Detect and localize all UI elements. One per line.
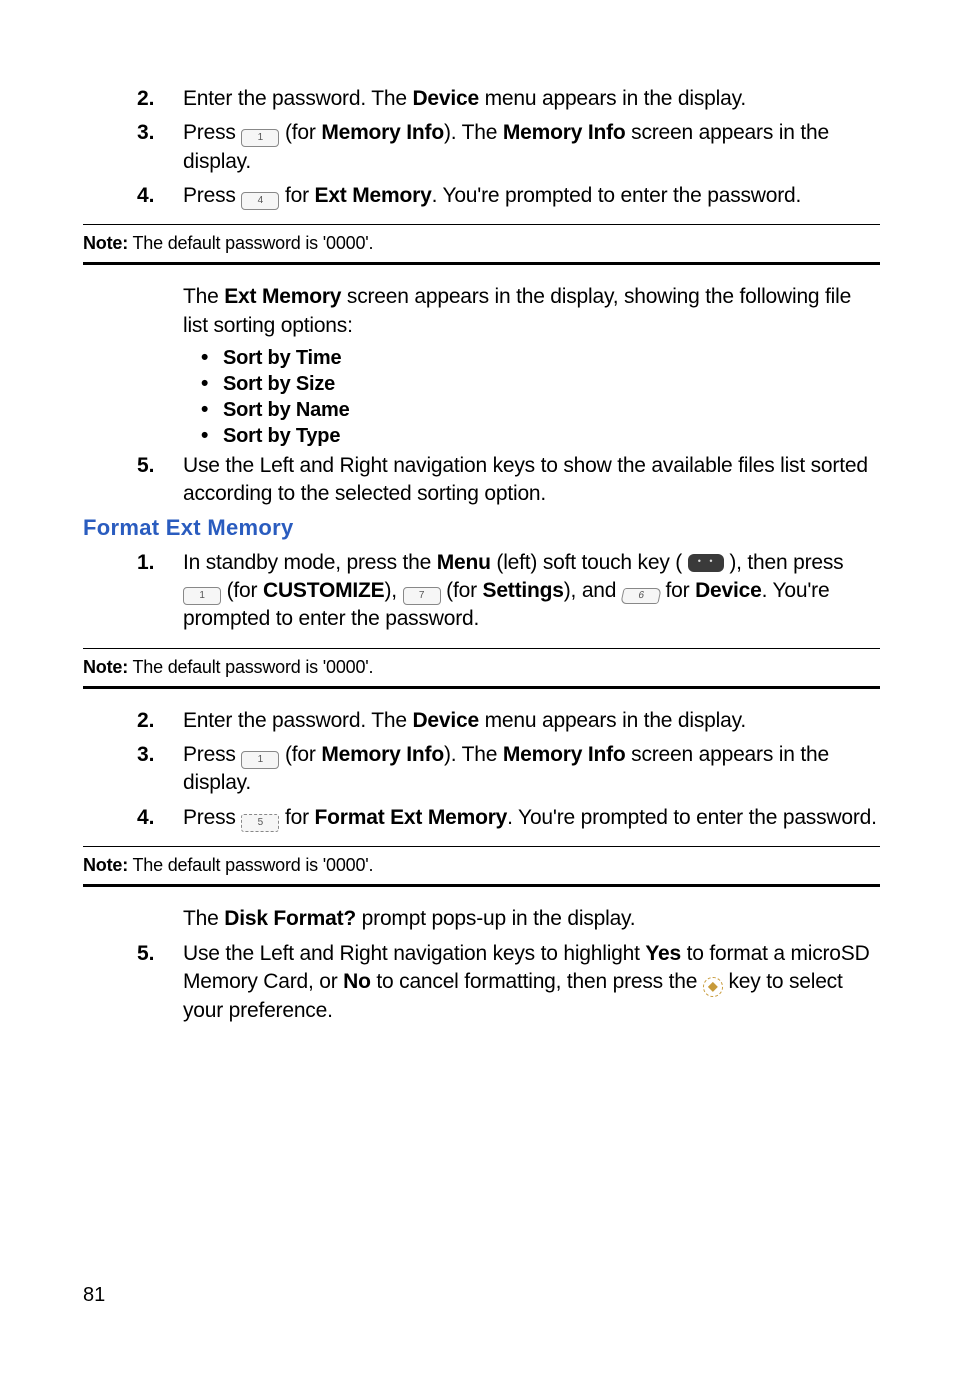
step-2: 2. Enter the password. The Device menu a…: [137, 707, 880, 735]
bullet-text: Sort by Type: [223, 425, 340, 448]
step-3: 3. Press 1 (for Memory Info). The Memory…: [137, 741, 880, 798]
paragraph: The Disk Format? prompt pops-up in the d…: [183, 905, 880, 933]
bullet-text: Sort by Size: [223, 373, 335, 396]
step-number: 1.: [137, 549, 183, 634]
step-number: 2.: [137, 707, 183, 735]
bullet-item: •Sort by Name: [201, 398, 880, 422]
step-4: 4. Press 4 for Ext Memory. You're prompt…: [137, 182, 880, 210]
step-number: 3.: [137, 741, 183, 798]
step-text: Use the Left and Right navigation keys t…: [183, 940, 880, 1026]
step-text: In standby mode, press the Menu (left) s…: [183, 549, 880, 634]
document-body: The Disk Format? prompt pops-up in the d…: [137, 905, 880, 1025]
bullet-icon: •: [201, 372, 223, 396]
step-3: 3. Press 1 (for Memory Info). The Memory…: [137, 119, 880, 176]
document-body: 2. Enter the password. The Device menu a…: [137, 707, 880, 832]
note-text: Note: The default password is '0000'.: [83, 855, 880, 876]
soft-key-icon: [688, 554, 724, 572]
bullet-item: •Sort by Type: [201, 424, 880, 448]
key-5-icon: 5: [241, 814, 279, 832]
step-5: 5. Use the Left and Right navigation key…: [137, 452, 880, 509]
paragraph: The Ext Memory screen appears in the dis…: [183, 283, 880, 340]
step-number: 5.: [137, 940, 183, 1026]
bullet-item: •Sort by Size: [201, 372, 880, 396]
bullet-icon: •: [201, 398, 223, 422]
step-text: Press 4 for Ext Memory. You're prompted …: [183, 182, 880, 210]
document-body: 1. In standby mode, press the Menu (left…: [137, 549, 880, 634]
note-text: Note: The default password is '0000'.: [83, 657, 880, 678]
bullet-text: Sort by Time: [223, 347, 341, 370]
step-number: 3.: [137, 119, 183, 176]
note-text: Note: The default password is '0000'.: [83, 233, 880, 254]
rule-icon: [83, 648, 880, 649]
key-1-icon: 1: [241, 129, 279, 147]
rule-icon: [83, 846, 880, 847]
step-text: Enter the password. The Device menu appe…: [183, 85, 880, 113]
step-4: 4. Press 5 for Format Ext Memory. You're…: [137, 804, 880, 832]
step-5: 5. Use the Left and Right navigation key…: [137, 940, 880, 1026]
step-number: 5.: [137, 452, 183, 509]
step-text: Press 5 for Format Ext Memory. You're pr…: [183, 804, 880, 832]
step-number: 2.: [137, 85, 183, 113]
document-body: 2. Enter the password. The Device menu a…: [137, 85, 880, 210]
ok-key-icon: [703, 977, 723, 997]
step-number: 4.: [137, 182, 183, 210]
step-text: Use the Left and Right navigation keys t…: [183, 452, 880, 509]
section-heading: Format Ext Memory: [83, 515, 880, 541]
rule-icon: [83, 686, 880, 689]
step-number: 4.: [137, 804, 183, 832]
step-2: 2. Enter the password. The Device menu a…: [137, 85, 880, 113]
rule-icon: [83, 884, 880, 887]
note-block: Note: The default password is '0000'.: [83, 846, 880, 887]
step-1: 1. In standby mode, press the Menu (left…: [137, 549, 880, 634]
key-4-icon: 4: [241, 192, 279, 210]
step-text: Enter the password. The Device menu appe…: [183, 707, 880, 735]
key-1-icon: 1: [183, 587, 221, 605]
bullet-item: •Sort by Time: [201, 346, 880, 370]
note-block: Note: The default password is '0000'.: [83, 648, 880, 689]
page-number: 81: [83, 1284, 105, 1307]
note-block: Note: The default password is '0000'.: [83, 224, 880, 265]
rule-icon: [83, 262, 880, 265]
key-7-icon: 7: [403, 587, 441, 605]
rule-icon: [83, 224, 880, 225]
bullet-list: •Sort by Time •Sort by Size •Sort by Nam…: [201, 346, 880, 448]
document-body: The Ext Memory screen appears in the dis…: [137, 283, 880, 508]
step-text: Press 1 (for Memory Info). The Memory In…: [183, 119, 880, 176]
step-text: Press 1 (for Memory Info). The Memory In…: [183, 741, 880, 798]
bullet-icon: •: [201, 424, 223, 448]
bullet-text: Sort by Name: [223, 399, 350, 422]
key-1-icon: 1: [241, 751, 279, 769]
key-6-icon: 6: [620, 588, 661, 604]
bullet-icon: •: [201, 346, 223, 370]
